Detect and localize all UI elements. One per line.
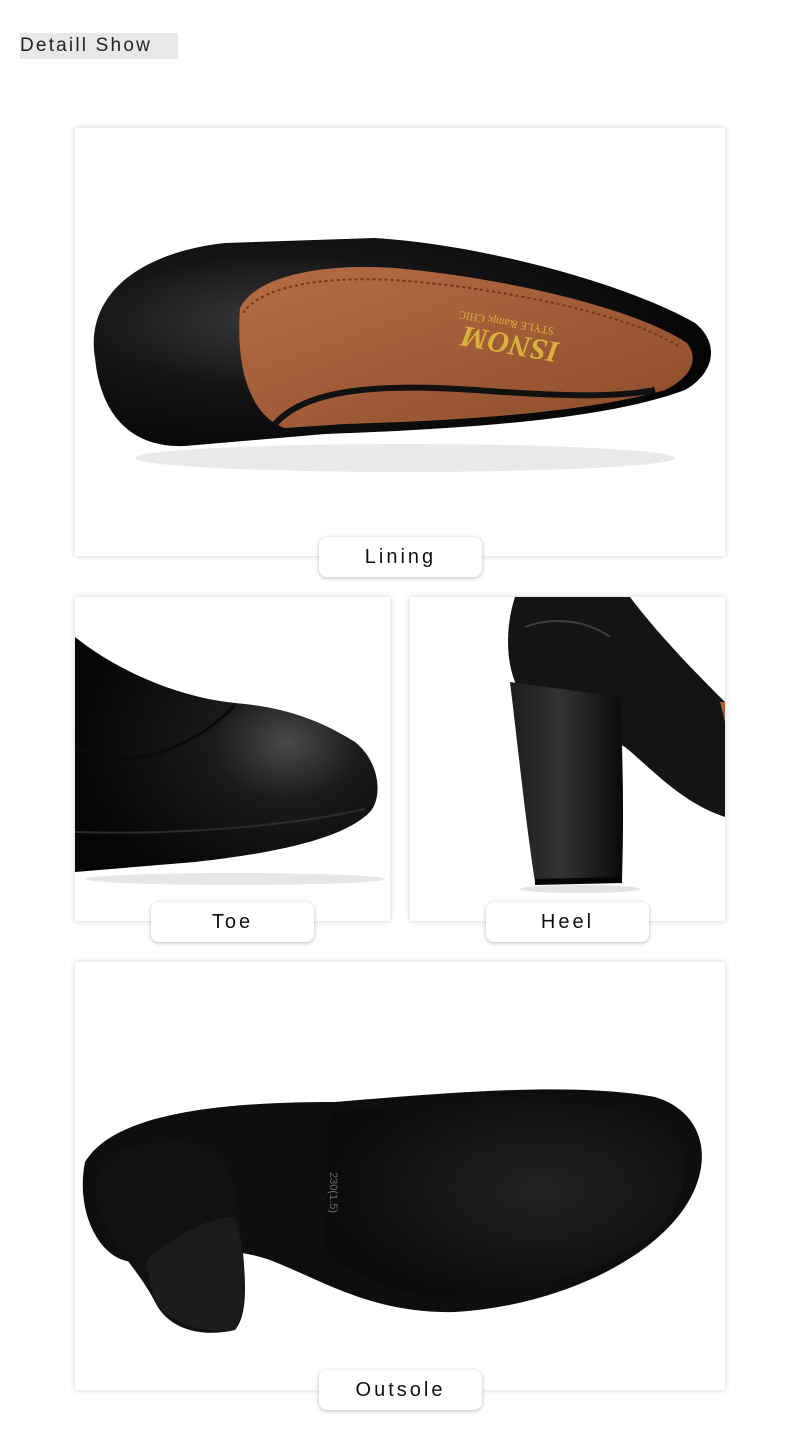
lining-photo: ISNOM STYLE &amp; CHIC [75,128,725,556]
outsole-caption: Outsole [319,1370,482,1410]
heel-caption: Heel [486,902,649,942]
lining-caption: Lining [319,537,482,577]
section-title: Detaill Show [20,33,178,59]
heel-photo [410,597,725,921]
outsole-photo: 230(1.5) [75,962,725,1390]
size-mark: 230(1.5) [327,1172,339,1213]
toe-caption: Toe [151,902,314,942]
toe-photo [75,597,390,921]
